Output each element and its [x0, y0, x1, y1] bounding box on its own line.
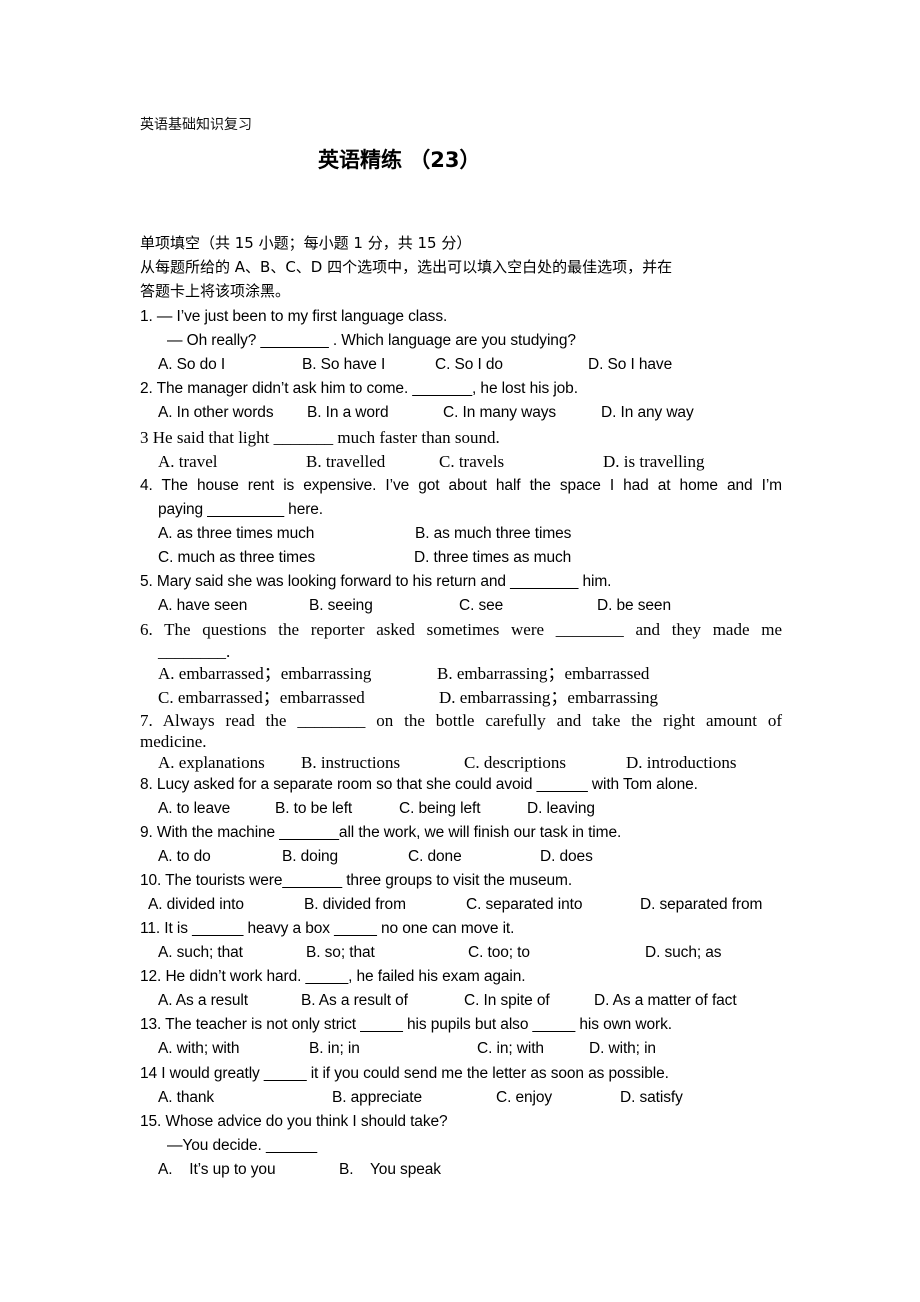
question-6-option-a: A. embarrassed；embarrassing: [158, 664, 372, 683]
page-header: 英语基础知识复习: [140, 117, 252, 133]
question-1-option-b: B. So have I: [302, 356, 386, 373]
question-12-option-a: A. As a result: [158, 992, 248, 1009]
question-10-option-c: C. separated into: [466, 896, 583, 913]
question-8-stem: 8. Lucy asked for a separate room so tha…: [140, 776, 698, 793]
page-title: 英语精练 （23）: [318, 148, 481, 172]
question-6-option-b: B. embarrassing；embarrassed: [437, 664, 650, 683]
question-10-option-b: B. divided from: [304, 896, 406, 913]
question-5-option-d: D. be seen: [597, 597, 671, 614]
document-page: 英语基础知识复习 英语精练 （23） 单项填空（共 15 小题；每小题 1 分，…: [0, 0, 920, 1302]
question-9-option-d: D. does: [540, 848, 593, 865]
section-heading: 单项填空（共 15 小题；每小题 1 分，共 15 分）: [140, 234, 472, 252]
question-2-stem: 2. The manager didn’t ask him to come. _…: [140, 380, 578, 397]
question-9-stem: 9. With the machine _______all the work,…: [140, 824, 622, 841]
question-13-option-d: D. with; in: [589, 1040, 656, 1057]
question-3-stem: 3 He said that light _______ much faster…: [140, 428, 500, 447]
question-9-option-c: C. done: [408, 848, 462, 865]
question-1-stem: 1. — I’ve just been to my first language…: [140, 308, 448, 325]
question-2-option-c: C. In many ways: [443, 404, 557, 421]
question-7-option-b: B. instructions: [301, 753, 401, 772]
question-13-option-c: C. in; with: [477, 1040, 544, 1057]
question-7-option-a: A. explanations: [158, 753, 265, 772]
question-14-option-a: A. thank: [158, 1089, 215, 1106]
question-15-stem: 15. Whose advice do you think I should t…: [140, 1113, 448, 1130]
question-7-option-c: C. descriptions: [464, 753, 566, 772]
question-8-option-c: C. being left: [399, 800, 481, 817]
question-2-option-d: D. In any way: [601, 404, 694, 421]
question-6-stem-line-2: ________.: [158, 642, 231, 661]
question-7-option-d: D. introductions: [626, 753, 737, 772]
question-1-option-a: A. So do I: [158, 356, 226, 373]
section-instruction-line-1: 从每题所给的 A、B、C、D 四个选项中，选出可以填入空白处的最佳选项，并在: [140, 258, 673, 276]
question-7-stem-line-2: medicine.: [140, 732, 207, 751]
question-3-option-c: C. travels: [439, 452, 505, 471]
question-15-option-a: A. It’s up to you: [158, 1161, 276, 1178]
question-14-stem: 14 I would greatly _____ it if you could…: [140, 1065, 669, 1082]
question-4-option-c: C. much as three times: [158, 549, 316, 566]
question-12-option-d: D. As a matter of fact: [594, 992, 737, 1009]
question-13-stem: 13. The teacher is not only strict _____…: [140, 1016, 672, 1033]
question-13-option-a: A. with; with: [158, 1040, 240, 1057]
question-14-option-d: D. satisfy: [620, 1089, 683, 1106]
question-8-option-b: B. to be left: [275, 800, 353, 817]
question-9-option-b: B. doing: [282, 848, 339, 865]
question-13-option-b: B. in; in: [309, 1040, 360, 1057]
question-4-stem-line-2: paying _________ here.: [158, 501, 324, 518]
question-11-option-d: D. such; as: [645, 944, 722, 961]
question-5-option-a: A. have seen: [158, 597, 248, 614]
question-1-option-d: D. So I have: [588, 356, 673, 373]
question-8-option-d: D. leaving: [527, 800, 595, 817]
question-3-option-d: D. is travelling: [603, 452, 705, 471]
question-12-option-b: B. As a result of: [301, 992, 408, 1009]
question-12-option-c: C. In spite of: [464, 992, 550, 1009]
question-11-option-b: B. so; that: [306, 944, 375, 961]
question-6-option-d: D. embarrassing；embarrassing: [439, 688, 659, 707]
question-10-stem: 10. The tourists were_______ three group…: [140, 872, 573, 889]
question-3-option-b: B. travelled: [306, 452, 386, 471]
question-2-option-a: A. In other words: [158, 404, 274, 421]
question-2-option-b: B. In a word: [307, 404, 389, 421]
question-15-stem-line-2: —You decide. ______: [167, 1137, 318, 1154]
question-4-stem: 4. The house rent is expensive. I’ve got…: [140, 477, 782, 494]
question-14-option-b: B. appreciate: [332, 1089, 423, 1106]
question-10-option-a: A. divided into: [148, 896, 244, 913]
question-14-option-c: C. enjoy: [496, 1089, 553, 1106]
question-8-option-a: A. to leave: [158, 800, 231, 817]
question-9-option-a: A. to do: [158, 848, 211, 865]
question-15-option-b: B. You speak: [339, 1161, 441, 1178]
question-5-stem: 5. Mary said she was looking forward to …: [140, 573, 612, 590]
question-1-stem-line-2: — Oh really? ________ . Which language a…: [167, 332, 576, 349]
question-3-option-a: A. travel: [158, 452, 218, 471]
question-11-stem: 11. It is ______ heavy a box _____ no on…: [140, 920, 515, 937]
section-instruction-line-2: 答题卡上将该项涂黑。: [140, 282, 291, 300]
question-4-option-b: B. as much three times: [415, 525, 572, 542]
question-10-option-d: D. separated from: [640, 896, 763, 913]
question-6-option-c: C. embarrassed；embarrassed: [158, 688, 365, 707]
question-6-stem: 6. The questions the reporter asked some…: [140, 620, 782, 639]
question-4-option-d: D. three times as much: [414, 549, 572, 566]
question-11-option-c: C. too; to: [468, 944, 530, 961]
question-1-option-c: C. So I do: [435, 356, 503, 373]
question-5-option-b: B. seeing: [309, 597, 373, 614]
question-12-stem: 12. He didn’t work hard. _____, he faile…: [140, 968, 526, 985]
question-5-option-c: C. see: [459, 597, 504, 614]
question-11-option-a: A. such; that: [158, 944, 243, 961]
question-4-option-a: A. as three times much: [158, 525, 315, 542]
question-7-stem: 7. Always read the ________ on the bottl…: [140, 711, 782, 730]
